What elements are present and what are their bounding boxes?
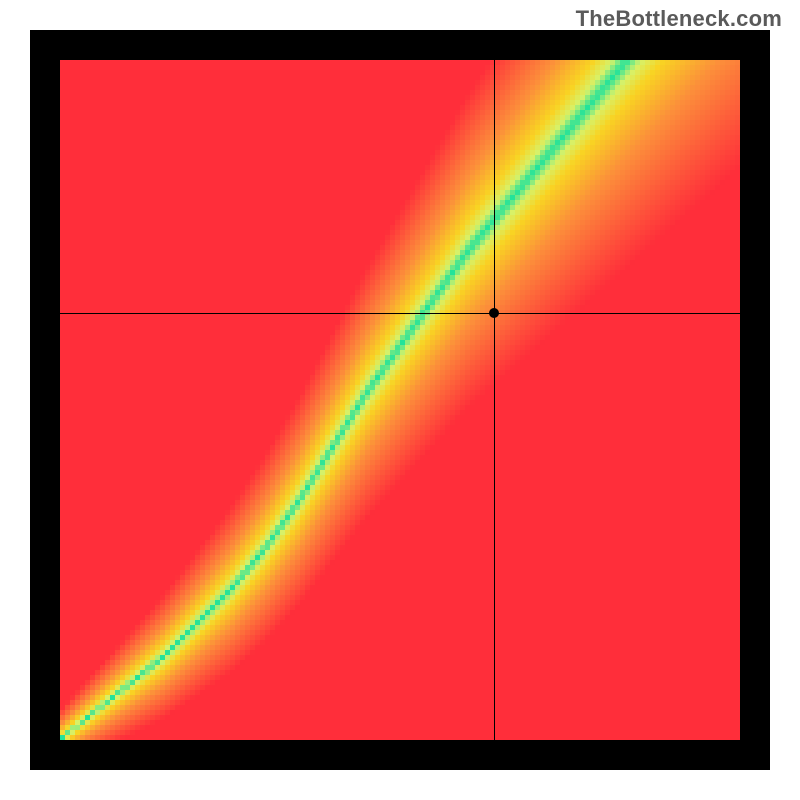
chart-container: TheBottleneck.com	[0, 0, 800, 800]
watermark-text: TheBottleneck.com	[576, 6, 782, 32]
crosshair-horizontal	[30, 313, 770, 314]
crosshair-vertical	[494, 30, 495, 770]
plot-frame	[30, 30, 770, 770]
marker-point	[489, 308, 499, 318]
heatmap-canvas	[30, 30, 770, 770]
